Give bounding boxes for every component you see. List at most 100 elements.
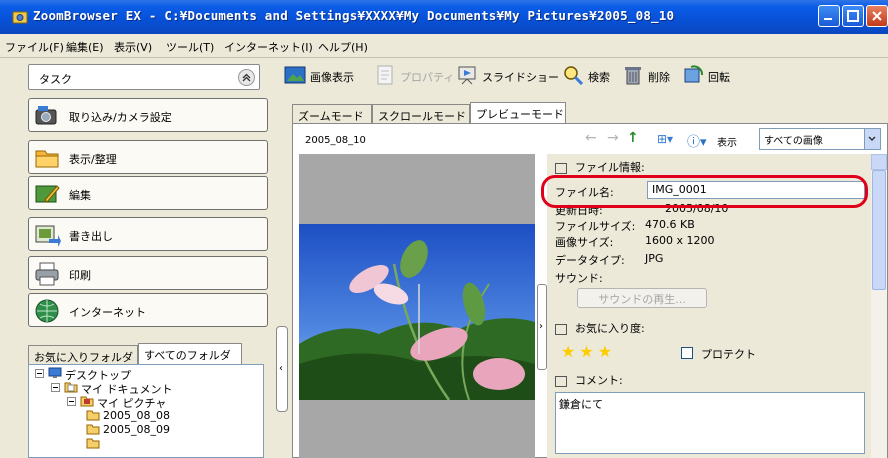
collapse-icon[interactable] [555, 375, 567, 387]
collapse-icon[interactable] [238, 69, 255, 86]
image-size-label: 画像サイズ: [555, 236, 614, 249]
tab-scroll-mode[interactable]: スクロールモード [372, 104, 470, 124]
data-type-row: データタイプ: JPG [555, 252, 663, 268]
menu-tools[interactable]: ツール(T) [166, 39, 214, 55]
tree-label: 2005_08_08 [103, 409, 170, 422]
toolbar-label: 回転 [708, 71, 730, 84]
tab-preview-mode[interactable]: プレビューモード [470, 102, 566, 125]
favorites-header[interactable]: お気に入り度: [555, 320, 645, 336]
task-internet[interactable]: インターネット [28, 293, 268, 327]
preview-panel: 2005_08_10 ← → ↑ ⊞▾ ⓘ▾ 表示 すべての画像 › ファイル情… [292, 123, 888, 458]
export-icon [35, 225, 61, 247]
image-preview-area [299, 154, 535, 458]
rotate-icon [684, 65, 703, 83]
tab-favorite-folders[interactable]: お気に入りフォルダ [28, 345, 138, 365]
image-size-value: 1600 x 1200 [645, 234, 715, 247]
scroll-thumb[interactable] [872, 170, 886, 290]
close-icon [872, 11, 882, 21]
menu-bar: ファイル(F) 編集(E) 表示(V) ツール(T) インターネット(I) ヘル… [0, 34, 888, 58]
toolbar-label: プロパティ [400, 71, 455, 84]
chevron-down-icon[interactable] [864, 129, 880, 149]
close-button[interactable] [866, 5, 888, 27]
image-view-icon [284, 66, 306, 84]
file-info-title: ファイル情報: [575, 161, 645, 174]
camera-icon [35, 106, 57, 125]
task-label: 取り込み/カメラ設定 [69, 111, 172, 124]
data-type-value: JPG [645, 252, 664, 265]
collapse-toggle[interactable] [67, 397, 76, 406]
task-view-organize[interactable]: 表示/整理 [28, 140, 268, 174]
trash-icon [625, 67, 641, 85]
back-arrow-icon[interactable]: ← [585, 130, 597, 146]
play-sound-button[interactable]: サウンドの再生... [577, 288, 707, 308]
maximize-icon [847, 10, 859, 22]
globe-icon [35, 299, 59, 323]
chevron-right-icon: › [539, 321, 543, 332]
tree-label: 2005_08_09 [103, 423, 170, 436]
filter-value: すべての画像 [764, 136, 823, 147]
comment-header[interactable]: コメント: [555, 372, 623, 388]
minimize-button[interactable] [818, 5, 840, 27]
up-folder-icon[interactable]: ↑ [627, 130, 639, 146]
rating-stars[interactable]: ★★★ [561, 342, 616, 361]
comment-textarea[interactable]: 鎌倉にて [555, 392, 865, 454]
folder-icon [86, 424, 100, 435]
sound-row: サウンド: [555, 270, 603, 286]
info-icon[interactable]: ⓘ▾ [687, 131, 707, 150]
menu-edit[interactable]: 編集(E) [66, 39, 104, 55]
file-size-value: 470.6 KB [645, 218, 695, 231]
info-scrollbar[interactable] [871, 154, 887, 458]
display-label: 表示 [717, 138, 737, 149]
window-title: ZoomBrowser EX - C:¥Documents and Settin… [33, 8, 675, 23]
task-label: 書き出し [69, 230, 113, 243]
maximize-button[interactable] [842, 5, 864, 27]
file-info-header[interactable]: ファイル情報: [555, 159, 645, 175]
scroll-up-icon[interactable] [871, 154, 887, 170]
preview-photo[interactable] [299, 224, 535, 400]
desktop-icon [48, 367, 62, 378]
forward-arrow-icon[interactable]: → [607, 130, 619, 146]
pane-splitter[interactable]: ‹ [276, 326, 288, 412]
toolbar: 画像表示 プロパティ スライドショー 検索 削除 回転 [276, 58, 888, 100]
edit-image-icon [35, 185, 60, 203]
image-filter-select[interactable]: すべての画像 [759, 128, 881, 150]
task-edit[interactable]: 編集 [28, 176, 268, 210]
folder-tree: デスクトップ マイ ドキュメント マイ ピクチャ 2005_08_08 2005… [28, 364, 264, 458]
file-size-label: ファイルサイズ: [555, 220, 636, 233]
collapse-toggle[interactable] [51, 383, 60, 392]
task-label: 印刷 [69, 269, 91, 282]
folder-icon [35, 150, 59, 168]
collapse-toggle[interactable] [35, 369, 44, 378]
properties-icon [377, 65, 393, 85]
app-icon [12, 11, 28, 24]
task-header-label: タスク [39, 73, 72, 86]
protect-checkbox[interactable] [681, 347, 693, 359]
tab-all-folders[interactable]: すべてのフォルダ [138, 343, 242, 365]
printer-icon [35, 262, 59, 286]
title-bar: ZoomBrowser EX - C:¥Documents and Settin… [0, 0, 888, 34]
menu-help[interactable]: ヘルプ(H) [318, 39, 368, 55]
search-icon [564, 66, 584, 85]
tab-zoom-mode[interactable]: ズームモード [292, 104, 372, 124]
task-print[interactable]: 印刷 [28, 256, 268, 290]
collapse-icon[interactable] [555, 323, 567, 335]
preview-splitter[interactable]: › [537, 284, 547, 370]
menu-file[interactable]: ファイル(F) [5, 39, 64, 55]
protect-label: プロテクト [701, 348, 756, 361]
view-options-icon[interactable]: ⊞▾ [657, 132, 673, 146]
menu-internet[interactable]: インターネット(I) [224, 39, 313, 55]
highlight-outline [541, 175, 868, 208]
task-label: 表示/整理 [69, 153, 117, 166]
collapse-icon[interactable] [555, 162, 567, 174]
slideshow-icon [458, 66, 476, 85]
favorites-title: お気に入り度: [575, 322, 645, 335]
toolbar-label: 削除 [648, 71, 670, 84]
comment-title: コメント: [575, 374, 623, 387]
menu-view[interactable]: 表示(V) [114, 39, 152, 55]
data-type-label: データタイプ: [555, 254, 625, 267]
sound-label: サウンド: [555, 272, 603, 285]
image-size-row: 画像サイズ: 1600 x 1200 [555, 234, 715, 250]
task-export[interactable]: 書き出し [28, 217, 268, 251]
pictures-folder-icon [80, 396, 94, 407]
task-import-camera[interactable]: 取り込み/カメラ設定 [28, 98, 268, 132]
